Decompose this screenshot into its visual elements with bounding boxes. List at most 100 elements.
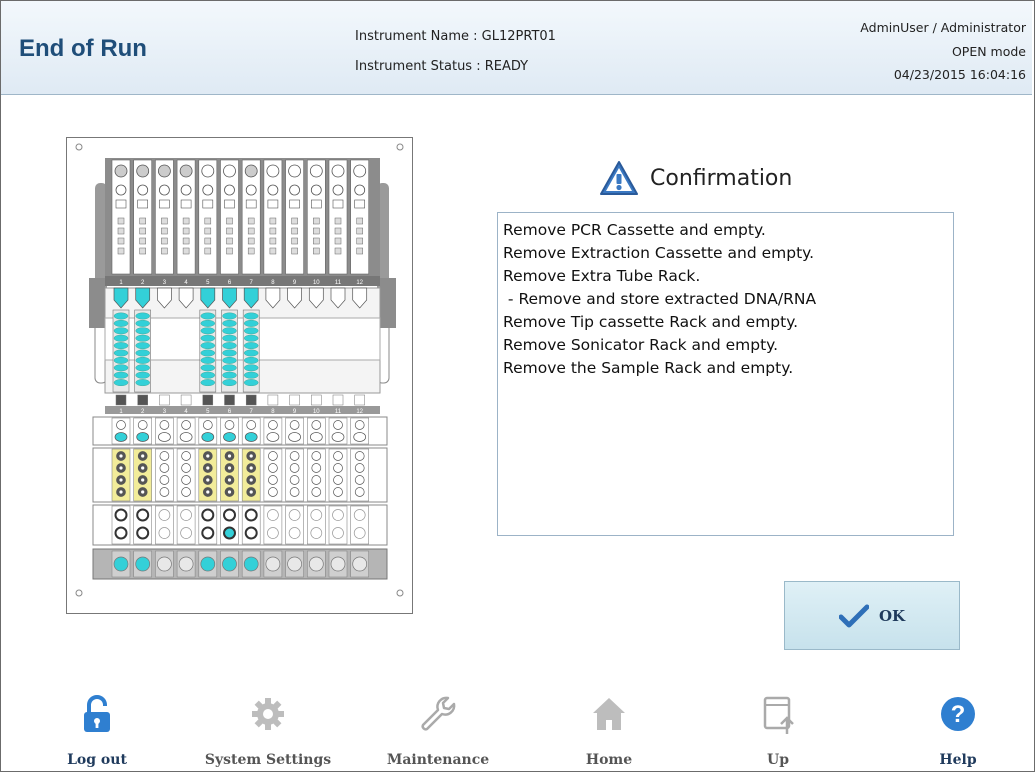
sonicator-well: [311, 475, 322, 485]
tube-bead: [222, 356, 237, 364]
cassette-cell: [204, 237, 212, 245]
lane-number: 12: [356, 409, 363, 415]
cassette-cell: [182, 227, 190, 235]
screw: [75, 143, 83, 151]
screw: [396, 589, 404, 597]
tube-bead: [243, 364, 259, 372]
bottom-well: [113, 556, 129, 572]
bottom-well: [352, 556, 368, 572]
home-button[interactable]: Home: [534, 690, 684, 770]
message-line: Remove Extra Tube Rack.: [503, 267, 701, 285]
block: [332, 394, 344, 406]
cassette-cell: [269, 227, 277, 235]
side-tab: [380, 278, 396, 328]
cassette-well: [245, 184, 257, 196]
cassette-cell: [204, 217, 212, 225]
system-settings-label: System Settings: [204, 752, 332, 768]
bottom-well: [287, 556, 302, 572]
deck-panel: 123456789101112Extraction123456789101112: [66, 137, 413, 614]
footer-toolbar: Log out System Settings Maintenance Home: [1, 690, 1032, 770]
logout-button[interactable]: Log out: [22, 690, 172, 770]
cassette-cell: [117, 247, 125, 255]
cassette-cell: [226, 247, 233, 255]
tube-bead: [135, 334, 150, 342]
tip: [268, 420, 278, 430]
svg-text:?: ?: [951, 701, 966, 728]
sonicator-dot: [141, 454, 145, 458]
dialog-title: Confirmation: [650, 165, 793, 191]
cassette-slot: [159, 199, 170, 209]
lane-number: 11: [335, 409, 342, 415]
maintenance-button[interactable]: Maintenance: [363, 690, 513, 770]
tip: [114, 432, 128, 442]
cassette-well: [224, 184, 235, 196]
tube-bead: [200, 349, 216, 357]
message-line: Remove Tip cassette Rack and empty.: [503, 313, 799, 331]
cassette-cell: [291, 247, 298, 255]
tube-bead: [135, 379, 150, 387]
tip: [224, 420, 235, 430]
tube-bead: [135, 342, 150, 350]
sample-tube: [332, 509, 344, 521]
block: [115, 394, 127, 406]
ok-button[interactable]: OK: [784, 581, 960, 650]
tip: [201, 432, 215, 442]
sample-tube: [114, 508, 128, 522]
block: [202, 394, 214, 406]
tube-bead: [243, 349, 259, 357]
tip: [158, 432, 171, 442]
cassette-cell: [117, 217, 125, 225]
bottom-well: [243, 556, 259, 572]
cassette-well: [159, 184, 170, 196]
instrument-name: Instrument Name : GL12PRT01: [355, 29, 556, 44]
cassette-slot: [202, 199, 214, 209]
cassette-slot: [354, 199, 366, 209]
message-line: Remove Extraction Cassette and empty.: [503, 244, 815, 262]
cassette-cell: [291, 217, 298, 225]
cassette-cell: [247, 217, 255, 225]
system-settings-button[interactable]: System Settings: [193, 690, 343, 770]
tube-bead: [135, 356, 150, 364]
sonicator-well: [333, 463, 343, 473]
sample-tube: [201, 526, 215, 540]
mode-indicator: OPEN mode: [951, 44, 1026, 59]
sonicator-dot: [227, 490, 232, 494]
block: [224, 394, 235, 406]
tube-bead: [200, 312, 216, 320]
block: [159, 394, 170, 406]
sonicator-well: [289, 451, 300, 461]
cassette-cell: [139, 217, 146, 225]
tube-bead: [222, 327, 237, 335]
sample-tube: [244, 508, 258, 522]
sample-tube: [244, 526, 258, 540]
bottom-well: [200, 556, 216, 572]
bottom-well: [308, 556, 324, 572]
tip: [333, 420, 343, 430]
unlock-icon: [84, 695, 110, 732]
bottom-well: [157, 556, 172, 572]
logout-label: Log out: [67, 752, 127, 768]
sonicator-well: [354, 487, 365, 497]
sample-tube: [223, 526, 236, 540]
sonicator-well: [268, 463, 278, 473]
message-box: Remove PCR Cassette and empty. Remove Ex…: [497, 212, 954, 536]
help-button[interactable]: ? Help: [883, 690, 1033, 770]
cassette-well: [354, 184, 366, 196]
cassette-well: [114, 164, 128, 178]
sample-tube: [267, 527, 279, 539]
sonicator-well: [159, 463, 170, 473]
cassette-cell: [226, 217, 233, 225]
message-line: - Remove and store extracted DNA/RNA: [503, 290, 817, 308]
sonicator-well: [181, 475, 191, 485]
sonicator-dot: [249, 454, 253, 458]
cassette-slot: [224, 199, 235, 209]
tip: [354, 420, 365, 430]
up-button[interactable]: Up: [703, 690, 853, 770]
sonicator-dot: [227, 466, 232, 470]
cassette-well: [332, 184, 344, 196]
cassette-well: [201, 164, 215, 178]
cassette-well: [353, 164, 367, 178]
sonicator-well: [289, 475, 300, 485]
bottom-well: [178, 556, 194, 572]
sample-tube: [201, 508, 215, 522]
